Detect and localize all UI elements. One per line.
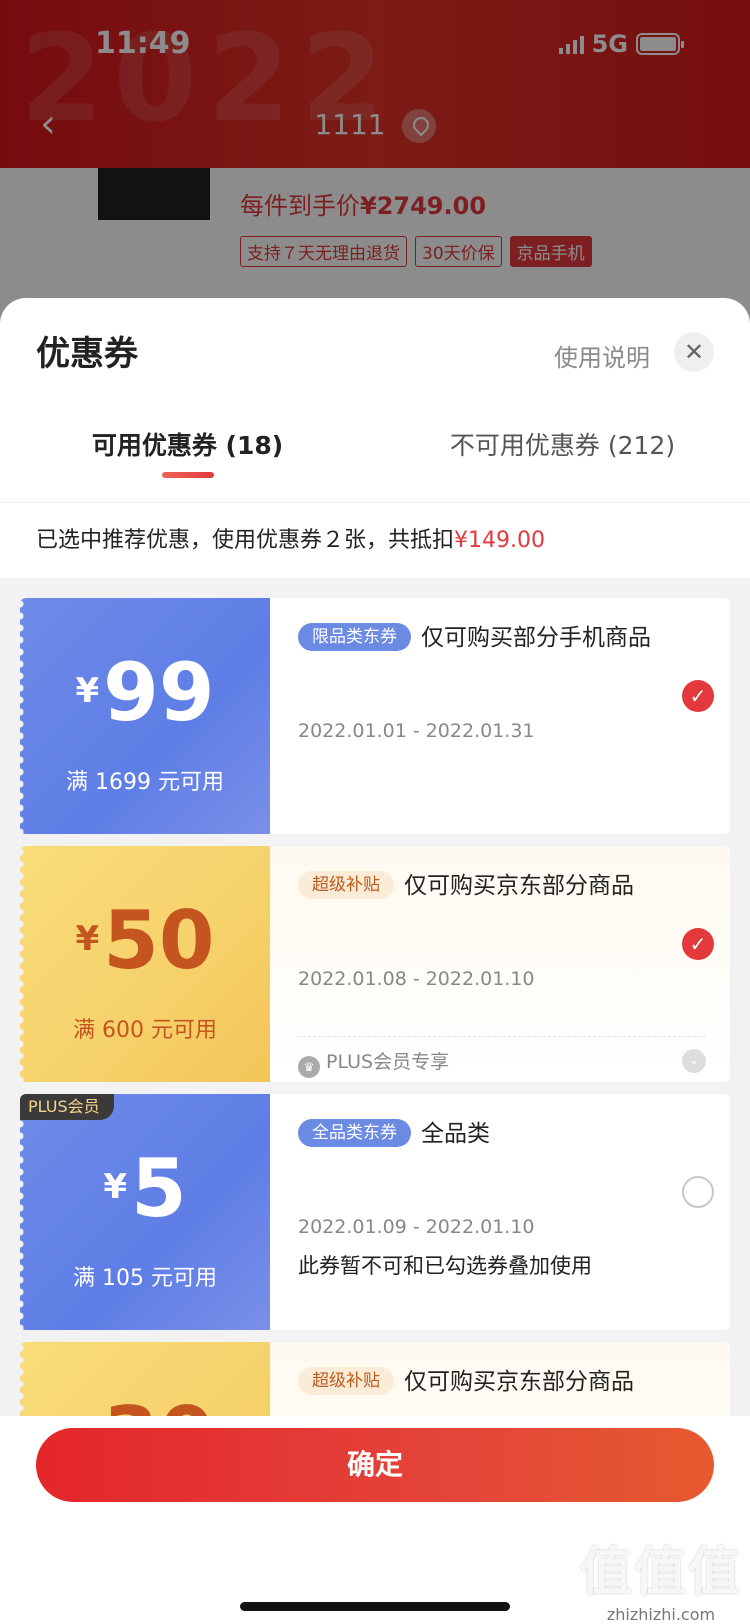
coupon-amount: ¥5 [103, 1142, 187, 1235]
watermark-logo: 值值值 [579, 1543, 742, 1603]
coupon-desc: 仅可购买京东部分商品 [404, 1369, 634, 1395]
coupon-info: 全品类东券 全品类 2022.01.09 - 2022.01.10 此券暂不可和已… [270, 1094, 730, 1330]
tab-label: 不可用优惠券 (212) [449, 431, 676, 460]
coupon-list: ¥99 满 1699 元可用 限品类东券 仅可购买部分手机商品 2022.01.0… [0, 578, 750, 1428]
coupon-desc: 仅可购买京东部分商品 [404, 873, 634, 899]
coupon-value-panel: PLUS会员 ¥5 满 105 元可用 [20, 1094, 270, 1330]
tab-available[interactable]: 可用优惠券 (18) [0, 416, 375, 502]
usage-instructions-link[interactable]: 使用说明 [554, 338, 650, 373]
coupon-card[interactable]: ¥99 满 1699 元可用 限品类东券 仅可购买部分手机商品 2022.01.0… [20, 598, 730, 834]
coupon-dates: 2022.01.09 - 2022.01.10 [298, 1216, 535, 1238]
coupon-card[interactable]: ¥50 满 600 元可用 超级补贴 仅可购买京东部分商品 2022.01.08 … [20, 846, 730, 1082]
coupon-info: 超级补贴 仅可购买京东部分商品 2022.01.08 - 2022.01.10 ♛… [270, 846, 730, 1082]
home-indicator[interactable] [240, 1602, 510, 1611]
coupon-amount: ¥99 [75, 646, 215, 739]
confirm-button[interactable]: 确定 [36, 1428, 714, 1502]
coupon-tabs: 可用优惠券 (18) 不可用优惠券 (212) [0, 416, 750, 502]
tab-label: 可用优惠券 (18) [91, 431, 284, 460]
crown-icon: ♛ [298, 1056, 320, 1078]
watermark-url: zhizhizhi.com [606, 1605, 716, 1624]
coupon-condition: 满 1699 元可用 [66, 770, 224, 795]
coupon-sheet: 优惠券 使用说明 ✕ 可用优惠券 (18) 不可用优惠券 (212) 已选中推荐… [0, 298, 750, 1624]
coupon-tag: 限品类东券 [298, 623, 411, 651]
sheet-title: 优惠券 [36, 334, 138, 374]
checked-icon[interactable]: ✓ [682, 680, 714, 712]
coupon-tag: 超级补贴 [298, 1367, 394, 1395]
coupon-tag: 超级补贴 [298, 871, 394, 899]
chevron-down-icon[interactable]: ⌄ [682, 1049, 706, 1073]
tab-indicator [161, 472, 214, 478]
coupon-card[interactable]: PLUS会员 ¥5 满 105 元可用 全品类东券 全品类 2022.01.09 … [20, 1094, 730, 1330]
coupon-dates: 2022.01.08 - 2022.01.10 [298, 968, 535, 990]
close-icon[interactable]: ✕ [674, 332, 714, 372]
tab-unavailable[interactable]: 不可用优惠券 (212) [375, 416, 750, 502]
coupon-value-panel: ¥99 满 1699 元可用 [20, 598, 270, 834]
coupon-condition: 满 600 元可用 [73, 1018, 217, 1043]
coupon-tag: 全品类东券 [298, 1119, 411, 1147]
checked-icon[interactable]: ✓ [682, 928, 714, 960]
coupon-info: 限品类东券 仅可购买部分手机商品 2022.01.01 - 2022.01.31 [270, 598, 730, 834]
plus-badge: PLUS会员 [20, 1094, 114, 1120]
coupon-amount: ¥50 [75, 894, 215, 987]
selection-summary: 已选中推荐优惠，使用优惠券２张，共抵扣¥149.00 [0, 502, 750, 578]
coupon-value-panel: ¥50 满 600 元可用 [20, 846, 270, 1082]
coupon-desc: 仅可购买部分手机商品 [421, 625, 651, 651]
coupon-condition: 满 105 元可用 [73, 1266, 217, 1291]
plus-member-note: ♛ PLUS会员专享 ⌄ [298, 1036, 706, 1078]
coupon-desc: 全品类 [421, 1121, 490, 1147]
watermark: 值值值 zhizhizhi.com [580, 1530, 742, 1624]
modal-overlay[interactable] [0, 0, 750, 330]
coupon-dates: 2022.01.01 - 2022.01.31 [298, 720, 535, 742]
summary-amount: ¥149.00 [454, 528, 545, 553]
coupon-note: 此券暂不可和已勾选券叠加使用 [298, 1254, 592, 1278]
unchecked-icon[interactable] [682, 1176, 714, 1208]
background-page: 2022 11:49 5G ‹ 1111 每件到手价¥2749.00 支持７天无… [0, 0, 750, 330]
summary-text: 已选中推荐优惠，使用优惠券２张，共抵扣 [36, 528, 455, 553]
